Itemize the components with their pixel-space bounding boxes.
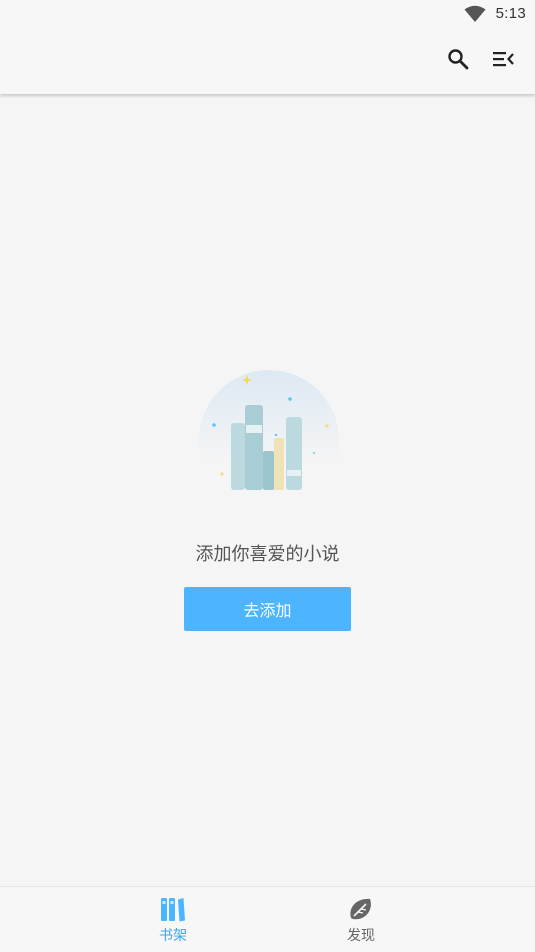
bookshelf-illustration: [199, 370, 339, 490]
status-time: 5:13: [495, 5, 526, 22]
menu-button[interactable]: [488, 44, 518, 74]
bottom-nav: 书架 发现: [0, 886, 535, 952]
nav-item-discover[interactable]: 发现: [321, 887, 401, 952]
status-bar: 5:13: [0, 0, 535, 28]
nav-item-bookshelf[interactable]: 书架: [133, 887, 213, 952]
add-novel-button[interactable]: 去添加: [184, 587, 351, 631]
search-icon: [448, 49, 469, 70]
nav-label-discover: 发现: [347, 928, 375, 944]
wifi-icon: [464, 5, 486, 22]
search-button[interactable]: [443, 44, 473, 74]
bookshelf-icon: [161, 898, 185, 922]
nav-label-bookshelf: 书架: [159, 928, 187, 944]
menu-collapse-icon: [493, 52, 514, 67]
app-bar: [0, 28, 535, 94]
empty-state-message: 添加你喜爱的小说: [195, 544, 340, 565]
discover-icon: [350, 898, 371, 920]
